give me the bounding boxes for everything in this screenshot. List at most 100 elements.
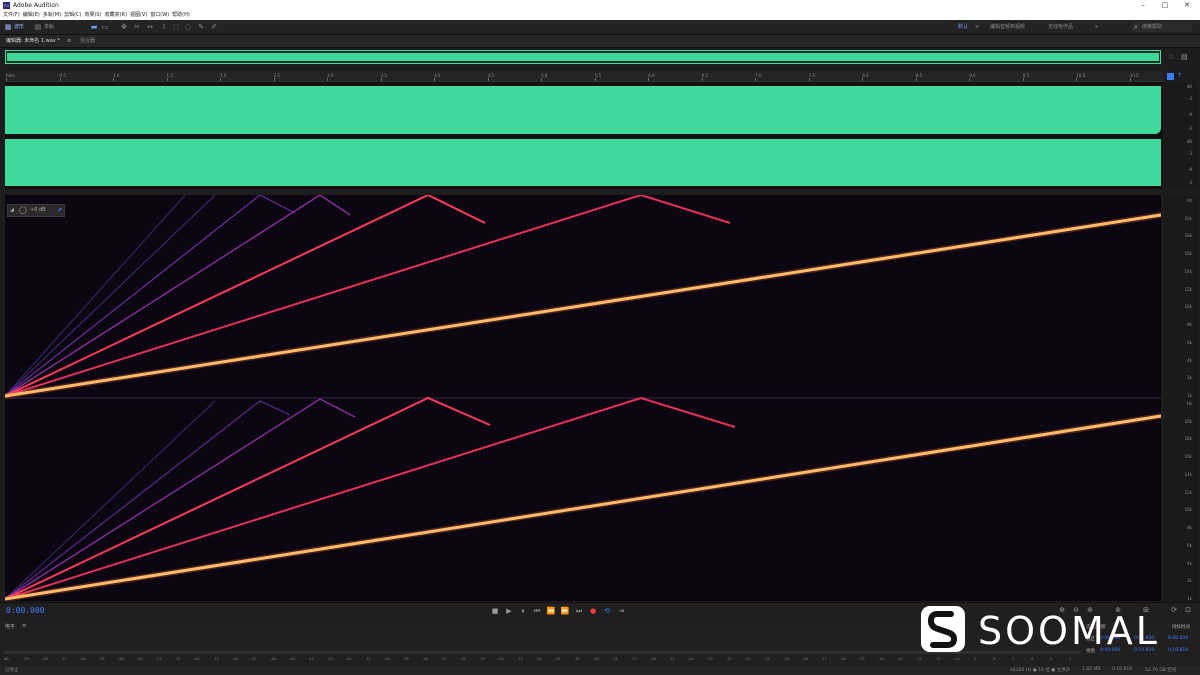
multitrack-button[interactable]: 多轨 [44, 23, 54, 31]
show-spectral-icon[interactable]: ▬ [90, 23, 98, 31]
more-workspaces-icon[interactable]: » [1095, 23, 1098, 31]
record-icon[interactable]: ● [588, 606, 598, 616]
volume-knob-icon[interactable]: ◯ [19, 206, 27, 214]
time-ruler[interactable]: hms 0.5 1.0 1.5 2.0 2.5 3.0 3.5 4.0 4.5 5.0 5.5 6.0 6… [5, 71, 1163, 82]
hud-volume[interactable]: ◢ ◯ +0 dB ⬈ [7, 204, 65, 217]
go-to-start-icon[interactable]: ⏮ [532, 606, 542, 616]
ruler-label: hms [6, 73, 15, 78]
panel-menu-icon[interactable]: ▤ [1181, 53, 1188, 61]
level-scale-label: -52 [156, 657, 162, 661]
stop-icon[interactable]: ■ [490, 606, 500, 616]
razor-tool-icon[interactable]: ✂ [133, 23, 141, 31]
hz-label: 20k [1184, 418, 1192, 424]
help-search-input[interactable]: 搜索帮助 [1132, 22, 1192, 32]
waveform-display[interactable] [5, 82, 1163, 189]
level-scale-label: -12 [916, 657, 922, 661]
zoom-reset-icon[interactable]: ⟳ [1170, 606, 1178, 614]
hz-label: 12k [1184, 489, 1192, 495]
time-select-tool-icon[interactable]: I [160, 23, 168, 31]
hz-label: 4k [1187, 560, 1192, 566]
level-scale-label: -26 [650, 657, 656, 661]
title-bar: Au Adobe Audition – □ ✕ [0, 0, 1200, 11]
menu-help[interactable]: 帮助(H) [172, 11, 190, 20]
play-icon[interactable]: ▶ [504, 606, 514, 616]
ruler-tick [166, 78, 168, 81]
menu-edit[interactable]: 编辑(E) [23, 11, 40, 20]
pause-icon[interactable]: ⏸ [518, 606, 528, 616]
tab-mixer[interactable]: 混合器 [80, 37, 95, 45]
workspace-radio[interactable]: 无线电作品 [1048, 23, 1073, 31]
level-scale-label: -56 [80, 657, 86, 661]
waveform-left-channel[interactable] [5, 86, 1161, 134]
snap-icon[interactable]: ↑ [1177, 72, 1182, 79]
menu-view[interactable]: 视图(V) [130, 11, 147, 20]
view-duration[interactable]: 0:10.819 [1168, 648, 1188, 653]
level-scale-label: -36 [460, 657, 466, 661]
level-scale-label: -24 [688, 657, 694, 661]
hz-label: 8k [1187, 322, 1192, 328]
close-icon[interactable]: ✕ [1176, 0, 1198, 11]
ruler-tick [915, 78, 917, 81]
window-title: Adobe Audition [13, 2, 59, 9]
hz-label: 12k [1184, 286, 1192, 292]
zoom-in-amp-icon[interactable] [1167, 73, 1174, 80]
level-scale-label: -10 [954, 657, 960, 661]
rewind-icon[interactable]: ⏪ [546, 606, 556, 616]
lasso-tool-icon[interactable]: ◌ [184, 23, 192, 31]
waveform-right-channel[interactable] [5, 139, 1161, 186]
hz-label: 14k [1184, 471, 1192, 477]
menu-window[interactable]: 窗口(W) [150, 11, 169, 20]
spectral-frequency-display[interactable] [5, 195, 1161, 601]
skip-selection-icon[interactable]: ⇥ [616, 606, 626, 616]
level-scale-label: -16 [840, 657, 846, 661]
level-scale-label: -27 [631, 657, 637, 661]
brush-tool-icon[interactable]: ✎ [197, 23, 205, 31]
ruler-tick [327, 78, 329, 81]
slip-tool-icon[interactable]: ↔ [146, 23, 154, 31]
level-scale-label: -37 [441, 657, 447, 661]
menu-clip[interactable]: 剪辑(C) [64, 11, 81, 20]
ruler-tick [969, 78, 971, 81]
waveform-view-icon[interactable]: ▦ [4, 23, 12, 31]
level-scale-label: -55 [99, 657, 105, 661]
overview-waveform[interactable] [5, 50, 1161, 64]
levels-menu-icon[interactable]: ≡ [22, 623, 26, 629]
workspace-edit-video[interactable]: 编辑音频到视频 [990, 23, 1025, 31]
workspace-menu-icon[interactable]: ≡ [975, 23, 979, 31]
menu-file[interactable]: 文件(F) [3, 11, 20, 20]
waveform-button[interactable]: 波形 [14, 23, 24, 31]
multitrack-view-icon[interactable]: ▤ [34, 23, 42, 31]
hz-label: Hz [1186, 401, 1192, 406]
zoom-lock-icon[interactable]: ☆ [1168, 53, 1174, 61]
level-scale-label: -48 [232, 657, 238, 661]
level-scale-label: -17 [821, 657, 827, 661]
level-scale-label: -29 [593, 657, 599, 661]
fast-forward-icon[interactable]: ⏩ [560, 606, 570, 616]
go-to-end-icon[interactable]: ⏭ [574, 606, 584, 616]
show-waveform-icon[interactable]: ▭ [101, 23, 109, 31]
menu-favorites[interactable]: 收藏夹(R) [105, 11, 127, 20]
menu-multitrack[interactable]: 多轨(M) [43, 11, 61, 20]
selection-duration[interactable]: 0:00.000 [1168, 636, 1188, 641]
workspace-default[interactable]: 默认 [958, 23, 968, 31]
menu-effects[interactable]: 效果(S) [84, 11, 101, 20]
maximize-icon[interactable]: □ [1154, 0, 1176, 11]
healing-tool-icon[interactable]: ✐ [210, 23, 218, 31]
level-scale-label: -44 [308, 657, 314, 661]
move-tool-icon[interactable]: ✥ [120, 23, 128, 31]
level-scale-label: -41 [365, 657, 371, 661]
current-timecode: 0:00.000 [6, 606, 45, 615]
level-scale-label: -33 [517, 657, 523, 661]
level-scale-label: -59 [23, 657, 29, 661]
loop-icon[interactable]: ⟲ [602, 606, 612, 616]
level-scale-label: -18 [802, 657, 808, 661]
marquee-tool-icon[interactable]: ⬚ [172, 23, 180, 31]
zoom-to-region-icon[interactable]: ⊡ [1184, 606, 1192, 614]
minimize-icon[interactable]: – [1132, 0, 1154, 11]
level-scale-label: -8 [992, 657, 996, 661]
hud-pin-icon[interactable]: ⬈ [58, 207, 62, 213]
hz-label: 6k [1187, 339, 1192, 345]
tab-editor[interactable]: 编辑器: 未命名 1.wav * [6, 37, 60, 45]
level-scale-label: -9 [973, 657, 977, 661]
tab-menu-icon[interactable]: ≡ [67, 37, 71, 45]
